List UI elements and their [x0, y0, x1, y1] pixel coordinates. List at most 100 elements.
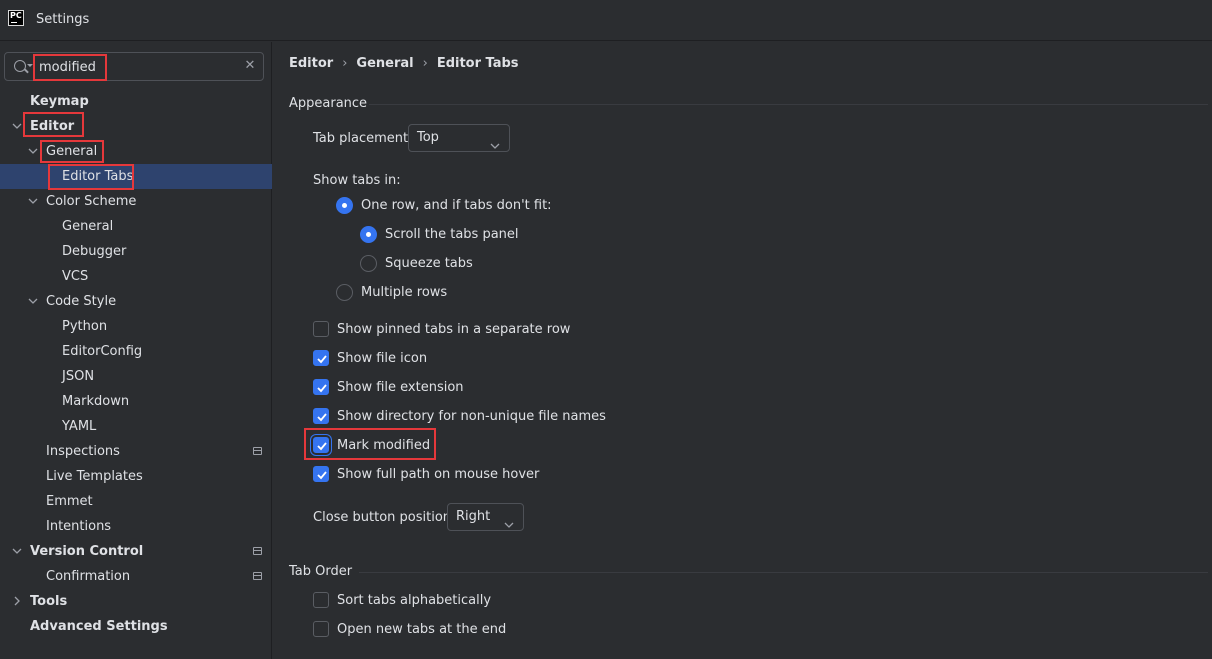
tab-placement-value: Top	[417, 130, 439, 145]
section-divider	[359, 572, 1208, 573]
sidebar-item-editorconfig[interactable]: EditorConfig	[0, 339, 272, 364]
sidebar-item-version-control[interactable]: Version Control	[0, 539, 272, 564]
section-title-appearance: Appearance	[289, 96, 368, 111]
show-file-icon-label[interactable]: Show file icon	[337, 351, 427, 366]
sort-alphabetically-checkbox[interactable]	[313, 592, 329, 608]
sidebar-item-label: General	[62, 219, 114, 234]
search-icon[interactable]	[14, 60, 26, 72]
one-row-label[interactable]: One row, and if tabs don't fit:	[361, 198, 552, 213]
close-button-position-label: Close button position:	[313, 510, 456, 525]
show-file-extension-checkbox[interactable]	[313, 379, 329, 395]
sidebar-item-keymap[interactable]: Keymap	[0, 89, 272, 114]
sidebar-item-live-templates[interactable]: Live Templates	[0, 464, 272, 489]
close-icon[interactable]: ✕	[243, 59, 257, 73]
tab-placement-label: Tab placement:	[313, 131, 413, 146]
project-level-icon	[253, 447, 262, 455]
sidebar-item-label: Editor	[30, 119, 75, 134]
close-button-position-select[interactable]: Right	[447, 503, 524, 531]
settings-search-box[interactable]: ✕	[4, 52, 264, 81]
breadcrumb-separator-icon: ›	[422, 56, 428, 71]
sidebar-item-label: Version Control	[30, 544, 144, 559]
scroll-tabs-panel-radio[interactable]	[360, 226, 377, 243]
sidebar-item-python[interactable]: Python	[0, 314, 272, 339]
sidebar-item-label: Keymap	[30, 94, 89, 109]
multiple-rows-radio[interactable]	[336, 284, 353, 301]
sidebar-item-advanced-settings[interactable]: Advanced Settings	[0, 614, 272, 639]
sidebar-item-label: Live Templates	[46, 469, 143, 484]
chevron-down-icon[interactable]	[28, 196, 38, 206]
show-full-path-label[interactable]: Show full path on mouse hover	[337, 467, 539, 482]
sidebar-item-color-scheme[interactable]: Color Scheme	[0, 189, 272, 214]
squeeze-tabs-radio[interactable]	[360, 255, 377, 272]
chevron-down-icon	[504, 513, 514, 539]
breadcrumb-item[interactable]: General	[356, 56, 413, 71]
sidebar-item-markdown[interactable]: Markdown	[0, 389, 272, 414]
breadcrumb-item[interactable]: Editor	[289, 56, 333, 71]
checkmark-icon	[317, 384, 327, 393]
sidebar-item-label: Code Style	[46, 294, 117, 309]
sidebar-item-tools[interactable]: Tools	[0, 589, 272, 614]
window-title: Settings	[36, 12, 90, 27]
sidebar-item-emmet[interactable]: Emmet	[0, 489, 272, 514]
sidebar-item-label: Debugger	[62, 244, 127, 259]
sidebar-item-color-scheme-general[interactable]: General	[0, 214, 272, 239]
project-level-icon	[253, 547, 262, 555]
sidebar-item-label: Editor Tabs	[62, 169, 134, 184]
pycharm-logo-icon: PC	[8, 10, 24, 26]
sidebar-item-label: Intentions	[46, 519, 112, 534]
sidebar-item-editor[interactable]: Editor	[0, 114, 272, 139]
sidebar-item-debugger[interactable]: Debugger	[0, 239, 272, 264]
scroll-tabs-panel-label[interactable]: Scroll the tabs panel	[385, 227, 519, 242]
breadcrumb-separator-icon: ›	[342, 56, 348, 71]
sidebar-item-confirmation[interactable]: Confirmation	[0, 564, 272, 589]
show-file-icon-checkbox[interactable]	[313, 350, 329, 366]
checkmark-icon	[317, 413, 327, 422]
sidebar-item-label: Tools	[30, 594, 68, 609]
mark-modified-checkbox[interactable]	[313, 437, 329, 453]
sidebar-item-label: Confirmation	[46, 569, 131, 584]
sidebar-item-label: Advanced Settings	[30, 619, 168, 634]
open-at-end-checkbox[interactable]	[313, 621, 329, 637]
sidebar-item-inspections[interactable]: Inspections	[0, 439, 272, 464]
sort-alphabetically-label[interactable]: Sort tabs alphabetically	[337, 593, 491, 608]
sidebar-item-vcs[interactable]: VCS	[0, 264, 272, 289]
sidebar-item-code-style[interactable]: Code Style	[0, 289, 272, 314]
one-row-radio[interactable]	[336, 197, 353, 214]
sidebar-item-label: Inspections	[46, 444, 120, 459]
pinned-tabs-checkbox[interactable]	[313, 321, 329, 337]
chevron-down-icon[interactable]	[28, 296, 38, 306]
title-bar: PC Settings	[0, 0, 1212, 41]
chevron-down-icon[interactable]	[28, 146, 38, 156]
checkmark-icon	[317, 442, 327, 451]
sidebar-item-label: YAML	[62, 419, 97, 434]
show-tabs-in-label: Show tabs in:	[313, 173, 401, 188]
sidebar-item-editor-tabs[interactable]: Editor Tabs	[0, 164, 272, 189]
show-file-extension-label[interactable]: Show file extension	[337, 380, 464, 395]
show-directory-checkbox[interactable]	[313, 408, 329, 424]
sidebar-item-intentions[interactable]: Intentions	[0, 514, 272, 539]
sidebar-item-label: EditorConfig	[62, 344, 143, 359]
open-at-end-label[interactable]: Open new tabs at the end	[337, 622, 506, 637]
chevron-down-icon[interactable]	[12, 121, 22, 131]
chevron-down-icon[interactable]	[12, 546, 22, 556]
chevron-right-icon[interactable]	[12, 596, 22, 606]
breadcrumb-item: Editor Tabs	[436, 56, 519, 71]
multiple-rows-label[interactable]: Multiple rows	[361, 285, 447, 300]
search-input[interactable]	[33, 54, 107, 81]
settings-sidebar: ✕ Keymap Editor General Editor Tabs Colo…	[0, 42, 272, 659]
sidebar-item-label: VCS	[62, 269, 89, 284]
tab-placement-select[interactable]: Top	[408, 124, 510, 152]
squeeze-tabs-label[interactable]: Squeeze tabs	[385, 256, 473, 271]
project-level-icon	[253, 572, 262, 580]
pinned-tabs-label[interactable]: Show pinned tabs in a separate row	[337, 322, 570, 337]
settings-content: Editor › General › Editor Tabs Appearance Ta…	[273, 42, 1212, 659]
sidebar-item-yaml[interactable]: YAML	[0, 414, 272, 439]
sidebar-item-label: Python	[62, 319, 108, 334]
mark-modified-label[interactable]: Mark modified	[337, 438, 430, 453]
show-full-path-checkbox[interactable]	[313, 466, 329, 482]
sidebar-item-general[interactable]: General	[0, 139, 272, 164]
sidebar-item-json[interactable]: JSON	[0, 364, 272, 389]
checkmark-icon	[317, 471, 327, 480]
breadcrumb: Editor › General › Editor Tabs	[289, 56, 519, 74]
show-directory-label[interactable]: Show directory for non-unique file names	[337, 409, 606, 424]
